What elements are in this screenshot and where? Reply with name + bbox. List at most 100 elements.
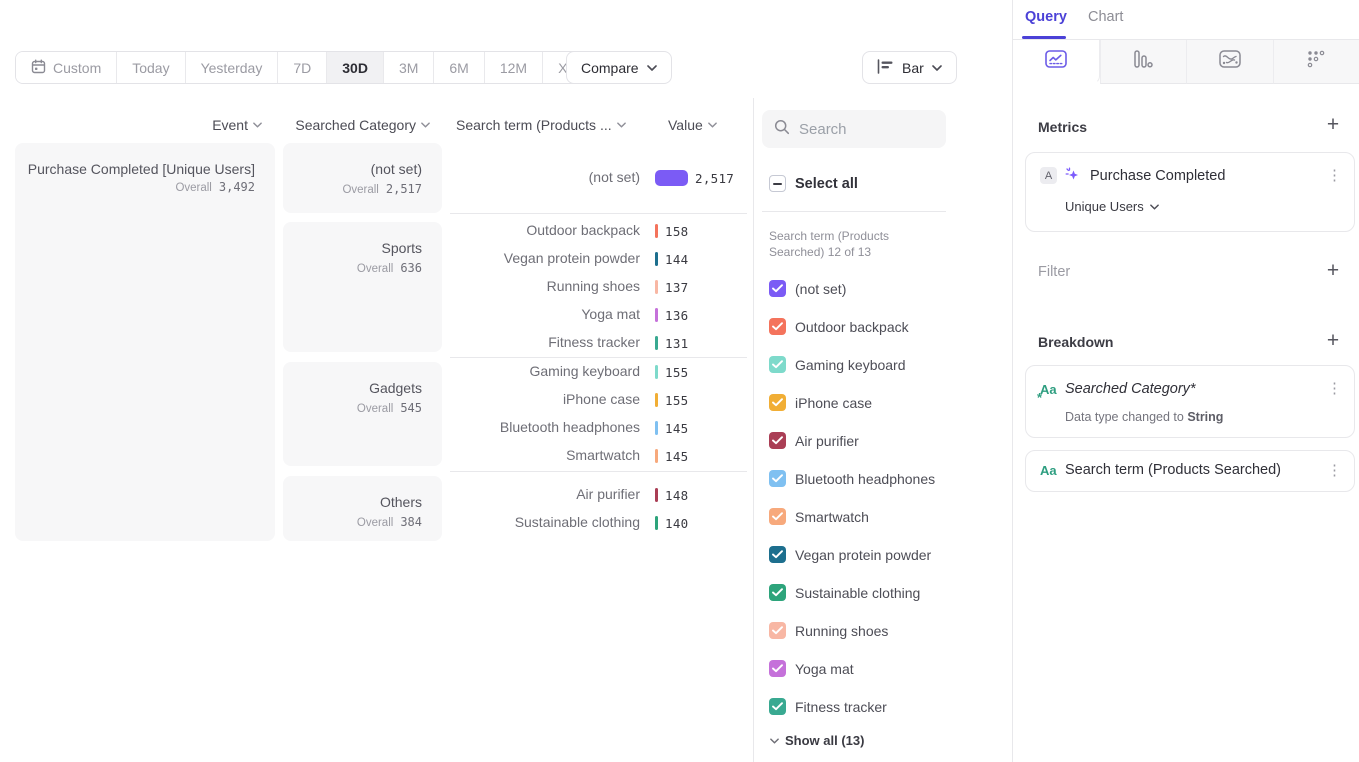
column-header-searched-category[interactable]: Searched Category bbox=[270, 117, 430, 133]
select-all-control[interactable]: Select all bbox=[769, 175, 858, 192]
add-metric-button[interactable]: + bbox=[1322, 114, 1344, 136]
value-bar bbox=[655, 393, 658, 407]
metric-aggregation-dropdown[interactable]: Unique Users bbox=[1065, 199, 1159, 214]
event-cell[interactable]: Purchase Completed [Unique Users] Overal… bbox=[15, 143, 275, 541]
breakdown-card[interactable]: Aa * Searched Category* ⋮ Data type chan… bbox=[1025, 365, 1355, 438]
filter-checkbox-item[interactable]: Vegan protein powder bbox=[769, 546, 931, 563]
add-filter-button[interactable]: + bbox=[1322, 260, 1344, 282]
filter-checkbox-item[interactable]: Sustainable clothing bbox=[769, 584, 920, 601]
date-range-12m[interactable]: 12M bbox=[485, 52, 543, 83]
date-range-6m[interactable]: 6M bbox=[434, 52, 484, 83]
column-header-label: Event bbox=[212, 117, 248, 133]
checkbox-checked-icon[interactable] bbox=[769, 280, 786, 297]
metric-card[interactable]: A Purchase Completed ⋮ Unique Users bbox=[1025, 152, 1355, 232]
table-row[interactable]: (not set)2,517 bbox=[450, 168, 747, 188]
add-breakdown-button[interactable]: + bbox=[1322, 330, 1344, 352]
filter-checkbox-item[interactable]: Gaming keyboard bbox=[769, 356, 906, 373]
table-row[interactable]: Air purifier148 bbox=[450, 485, 747, 505]
filter-checkbox-item[interactable]: Bluetooth headphones bbox=[769, 470, 935, 487]
search-term-label: Air purifier bbox=[576, 486, 640, 502]
date-range-custom[interactable]: Custom bbox=[16, 52, 117, 83]
checkbox-checked-icon[interactable] bbox=[769, 698, 786, 715]
tab-funnels[interactable] bbox=[1100, 40, 1187, 84]
filter-checkbox-item[interactable]: Fitness tracker bbox=[769, 698, 887, 715]
chevron-down-icon bbox=[1150, 204, 1159, 210]
table-row[interactable]: Smartwatch145 bbox=[450, 446, 747, 466]
checkbox-checked-icon[interactable] bbox=[769, 432, 786, 449]
checkbox-checked-icon[interactable] bbox=[769, 356, 786, 373]
breakdown-note: Data type changed to String bbox=[1065, 410, 1223, 424]
tab-flows[interactable] bbox=[1186, 40, 1273, 84]
table-row[interactable]: Gaming keyboard155 bbox=[450, 362, 747, 382]
checkbox-checked-icon[interactable] bbox=[769, 394, 786, 411]
table-row[interactable]: Running shoes137 bbox=[450, 277, 747, 297]
date-range-today[interactable]: Today bbox=[117, 52, 185, 83]
checkbox-checked-icon[interactable] bbox=[769, 470, 786, 487]
column-header-event[interactable]: Event bbox=[100, 117, 262, 133]
category-cell[interactable]: GadgetsOverall545 bbox=[283, 362, 442, 466]
checkbox-checked-icon[interactable] bbox=[769, 318, 786, 335]
funnels-icon bbox=[1133, 50, 1153, 73]
filter-checkbox-item[interactable]: iPhone case bbox=[769, 394, 872, 411]
event-overall: Overall3,492 bbox=[25, 180, 255, 194]
column-header-search-term[interactable]: Search term (Products ... bbox=[456, 117, 626, 133]
value-bar bbox=[655, 365, 658, 379]
table-row[interactable]: Vegan protein powder144 bbox=[450, 249, 747, 269]
value-label: 140 bbox=[665, 516, 688, 531]
category-cell[interactable]: SportsOverall636 bbox=[283, 222, 442, 352]
table-row[interactable]: Sustainable clothing140 bbox=[450, 513, 747, 533]
tab-retention[interactable] bbox=[1273, 40, 1359, 84]
search-term-label: (not set) bbox=[589, 169, 640, 185]
table-row[interactable]: Yoga mat136 bbox=[450, 305, 747, 325]
table-row[interactable]: Bluetooth headphones145 bbox=[450, 418, 747, 438]
tab-insights[interactable] bbox=[1013, 40, 1100, 84]
overall-label: Overall bbox=[342, 184, 378, 196]
column-header-label: Searched Category bbox=[295, 117, 416, 133]
filter-checkbox-item[interactable]: Outdoor backpack bbox=[769, 318, 909, 335]
checkbox-checked-icon[interactable] bbox=[769, 622, 786, 639]
search-input[interactable] bbox=[799, 121, 929, 138]
kebab-menu-icon[interactable]: ⋮ bbox=[1327, 380, 1342, 397]
metrics-header: Metrics bbox=[1038, 119, 1087, 135]
category-cell[interactable]: (not set)Overall2,517 bbox=[283, 143, 442, 213]
checkbox-checked-icon[interactable] bbox=[769, 546, 786, 563]
compare-button[interactable]: Compare bbox=[566, 51, 672, 84]
filter-checkbox-item[interactable]: Running shoes bbox=[769, 622, 888, 639]
chevron-down-icon bbox=[708, 122, 717, 128]
tab-query[interactable]: Query bbox=[1025, 9, 1067, 25]
group-separator bbox=[450, 357, 747, 358]
column-header-label: Search term (Products ... bbox=[456, 117, 612, 133]
filter-item-label: Gaming keyboard bbox=[795, 357, 906, 373]
breakdown-name: Searched Category* bbox=[1065, 381, 1196, 397]
date-range-yesterday[interactable]: Yesterday bbox=[186, 52, 279, 83]
string-property-icon: Aa * bbox=[1040, 382, 1057, 397]
filter-checkbox-item[interactable]: Air purifier bbox=[769, 432, 859, 449]
kebab-menu-icon[interactable]: ⋮ bbox=[1327, 167, 1342, 184]
chart-type-button[interactable]: Bar bbox=[862, 51, 957, 84]
filter-checkbox-item[interactable]: Smartwatch bbox=[769, 508, 869, 525]
show-all-button[interactable]: Show all (13) bbox=[770, 733, 864, 748]
search-term-label: Running shoes bbox=[547, 278, 640, 294]
checkbox-indeterminate-icon[interactable] bbox=[769, 175, 786, 192]
value-label: 155 bbox=[665, 393, 688, 408]
date-range-3m[interactable]: 3M bbox=[384, 52, 434, 83]
tab-chart[interactable]: Chart bbox=[1088, 9, 1123, 25]
table-row[interactable]: Outdoor backpack158 bbox=[450, 221, 747, 241]
checkbox-checked-icon[interactable] bbox=[769, 508, 786, 525]
filter-item-label: Bluetooth headphones bbox=[795, 471, 935, 487]
checkbox-checked-icon[interactable] bbox=[769, 660, 786, 677]
filter-checkbox-item[interactable]: Yoga mat bbox=[769, 660, 854, 677]
column-header-value[interactable]: Value bbox=[668, 117, 717, 133]
filter-checkbox-item[interactable]: (not set) bbox=[769, 280, 846, 297]
breakdown-card[interactable]: Aa Search term (Products Searched) ⋮ bbox=[1025, 450, 1355, 492]
kebab-menu-icon[interactable]: ⋮ bbox=[1327, 462, 1342, 479]
date-range-30d[interactable]: 30D bbox=[327, 52, 384, 83]
aa-glyph: Aa bbox=[1040, 382, 1057, 397]
table-row[interactable]: Fitness tracker131 bbox=[450, 333, 747, 353]
checkbox-checked-icon[interactable] bbox=[769, 584, 786, 601]
chevron-down-icon bbox=[421, 122, 430, 128]
category-cell[interactable]: OthersOverall384 bbox=[283, 476, 442, 541]
date-range-7d[interactable]: 7D bbox=[278, 52, 327, 83]
value-label: 145 bbox=[665, 421, 688, 436]
table-row[interactable]: iPhone case155 bbox=[450, 390, 747, 410]
